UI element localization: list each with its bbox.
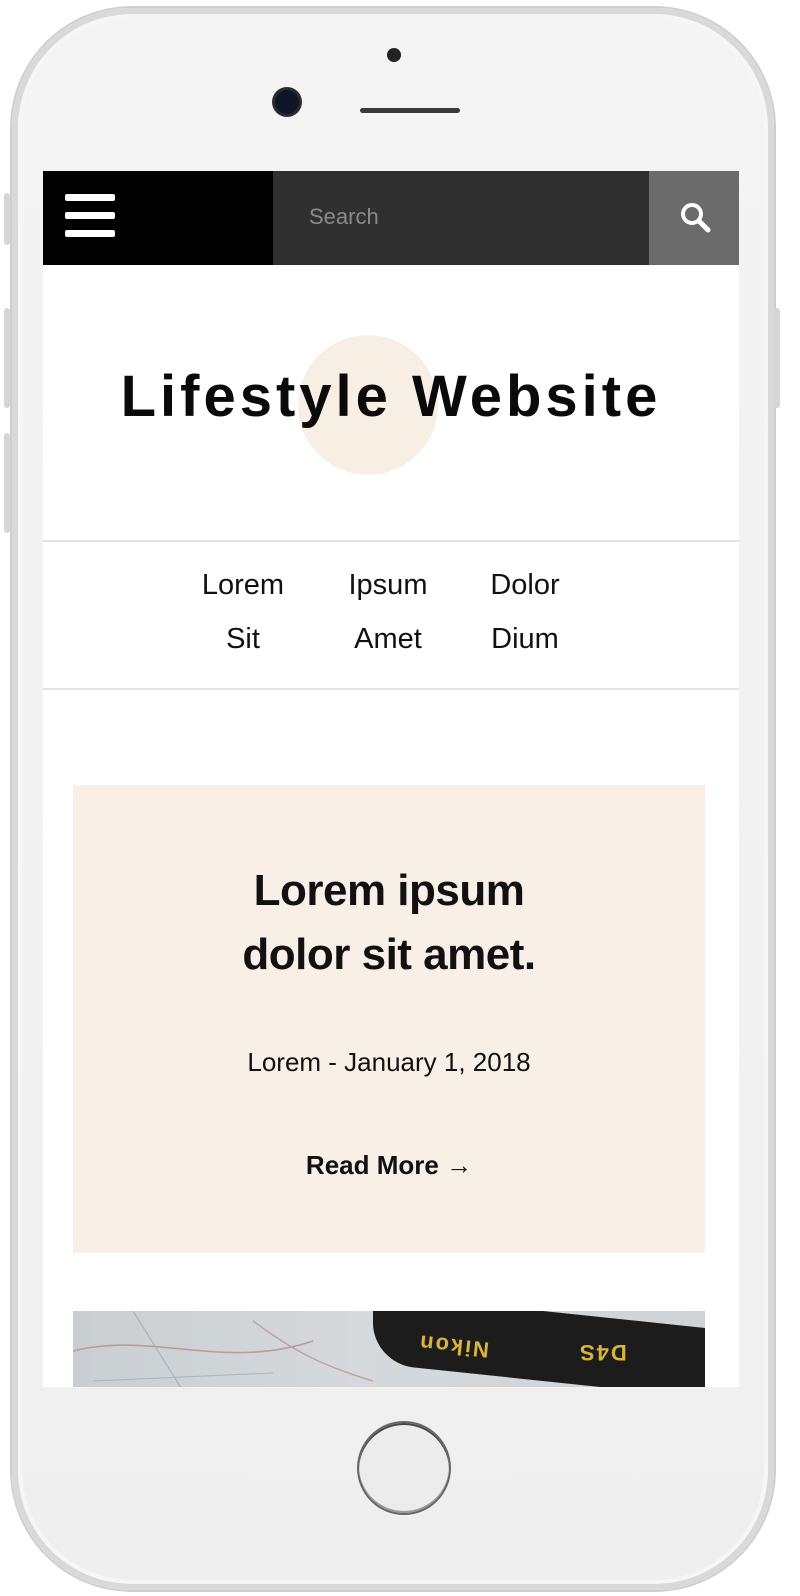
nav-item-ipsum[interactable]: Ipsum — [328, 569, 448, 602]
top-bar: Search — [43, 171, 739, 265]
phone-screen: Search Lifestyle Website Lorem Ipsum Dol… — [43, 171, 739, 1387]
main-nav: Lorem Ipsum Dolor Sit Amet Dium — [198, 561, 598, 681]
post-meta: Lorem - January 1, 2018 — [247, 1047, 531, 1077]
menu-icon[interactable] — [65, 194, 115, 238]
post-title-line-2: dolor sit amet. — [242, 930, 536, 979]
nav-item-sit[interactable]: Sit — [183, 623, 303, 656]
nav-item-dolor[interactable]: Dolor — [465, 569, 585, 602]
post-title-line-1: Lorem ipsum — [253, 866, 525, 915]
site-title[interactable]: Lifestyle Website — [43, 363, 739, 430]
read-more-link[interactable]: Read More → — [73, 1150, 705, 1181]
post-title[interactable]: Lorem ipsum dolor sit amet. — [73, 859, 705, 987]
divider-bottom — [43, 688, 739, 690]
post-card: Lorem ipsum dolor sit amet. Lorem - Janu… — [73, 785, 705, 1253]
home-button[interactable] — [357, 1421, 451, 1515]
site-header: Lifestyle Website — [43, 265, 739, 541]
front-sensor-icon — [387, 48, 401, 62]
phone-volume-down-button — [4, 433, 10, 533]
post-image[interactable]: Nikon D4S — [73, 1311, 705, 1387]
phone-power-button — [774, 308, 780, 408]
divider-top — [43, 540, 739, 542]
nav-item-amet[interactable]: Amet — [328, 623, 448, 656]
search-input[interactable]: Search — [273, 171, 649, 265]
menu-button[interactable] — [43, 171, 273, 265]
search-button[interactable] — [649, 171, 739, 265]
front-camera-icon — [275, 90, 299, 114]
nav-item-lorem[interactable]: Lorem — [183, 569, 303, 602]
search-placeholder: Search — [309, 204, 379, 229]
search-icon[interactable] — [679, 201, 711, 233]
earpiece-speaker — [360, 108, 460, 113]
nav-item-dium[interactable]: Dium — [465, 623, 585, 656]
phone-volume-up-button — [4, 308, 10, 408]
phone-side-button — [4, 193, 10, 245]
strap-model-right: D4S — [578, 1340, 627, 1365]
